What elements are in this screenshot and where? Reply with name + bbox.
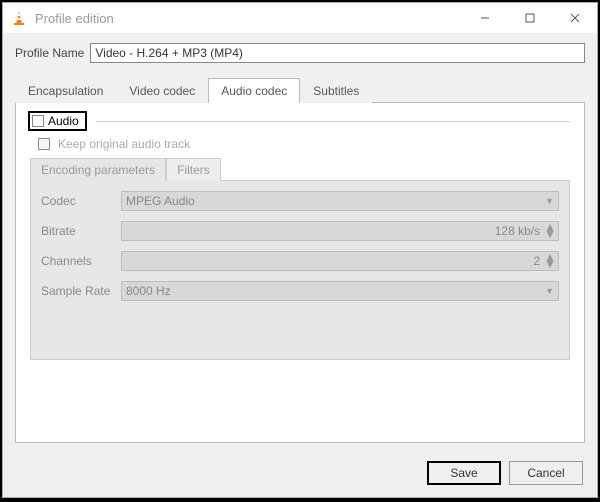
chevron-down-icon: ▼: [545, 196, 554, 206]
save-button[interactable]: Save: [427, 461, 501, 485]
tab-video-codec[interactable]: Video codec: [116, 78, 208, 103]
codec-label: Codec: [41, 194, 121, 208]
tab-subtitles[interactable]: Subtitles: [300, 78, 372, 103]
profile-name-label: Profile Name: [15, 46, 84, 60]
spinner-arrows-icon: ▲▼: [544, 254, 556, 268]
bitrate-value: 128 kb/s: [126, 224, 544, 238]
subtab-filters[interactable]: Filters: [166, 158, 221, 181]
keep-original-row: Keep original audio track: [34, 137, 574, 151]
subtabs: Encoding parameters Filters: [30, 157, 574, 180]
groupbox-line: [96, 121, 570, 122]
profile-name-row: Profile Name: [15, 43, 585, 63]
codec-row: Codec MPEG Audio ▼: [41, 191, 559, 211]
audio-groupbox-header: Audio: [26, 113, 574, 131]
bitrate-spinner[interactable]: 128 kb/s ▲▼: [121, 221, 559, 241]
codec-select[interactable]: MPEG Audio ▼: [121, 191, 559, 211]
audio-checkbox-label: Audio: [48, 114, 79, 128]
audio-checkbox[interactable]: [32, 115, 44, 127]
tab-audio-codec[interactable]: Audio codec: [208, 78, 300, 103]
cancel-button[interactable]: Cancel: [509, 461, 583, 485]
tabs: Encapsulation Video codec Audio codec Su…: [15, 77, 585, 103]
tab-panel-audio-codec: Audio Keep original audio track Encoding…: [15, 103, 585, 443]
window-title: Profile edition: [35, 11, 462, 26]
maximize-button[interactable]: [507, 3, 552, 33]
codec-value: MPEG Audio: [126, 194, 195, 208]
profile-name-input[interactable]: [90, 43, 585, 63]
keep-original-label: Keep original audio track: [58, 137, 190, 151]
channels-spinner[interactable]: 2 ▲▼: [121, 251, 559, 271]
window: Profile edition Profile Name Encapsulati…: [2, 2, 598, 498]
bitrate-label: Bitrate: [41, 224, 121, 238]
footer: Save Cancel: [3, 451, 597, 497]
tab-encapsulation[interactable]: Encapsulation: [15, 78, 116, 103]
bitrate-row: Bitrate 128 kb/s ▲▼: [41, 221, 559, 241]
keep-original-checkbox[interactable]: [38, 138, 50, 150]
samplerate-value: 8000 Hz: [126, 284, 171, 298]
channels-row: Channels 2 ▲▼: [41, 251, 559, 271]
samplerate-select[interactable]: 8000 Hz ▼: [121, 281, 559, 301]
subtab-encoding-parameters[interactable]: Encoding parameters: [30, 158, 166, 181]
close-button[interactable]: [552, 3, 597, 33]
window-controls: [462, 3, 597, 33]
minimize-button[interactable]: [462, 3, 507, 33]
titlebar: Profile edition: [3, 3, 597, 33]
vlc-cone-icon: [11, 10, 27, 26]
audio-checkbox-highlight: Audio: [28, 111, 87, 131]
channels-label: Channels: [41, 254, 121, 268]
channels-value: 2: [126, 254, 544, 268]
encoding-parameters-panel: Codec MPEG Audio ▼ Bitrate 128 kb/s ▲▼ C…: [30, 180, 570, 360]
samplerate-label: Sample Rate: [41, 284, 121, 298]
content: Profile Name Encapsulation Video codec A…: [3, 33, 597, 451]
spinner-arrows-icon: ▲▼: [544, 224, 556, 238]
chevron-down-icon: ▼: [545, 286, 554, 296]
samplerate-row: Sample Rate 8000 Hz ▼: [41, 281, 559, 301]
